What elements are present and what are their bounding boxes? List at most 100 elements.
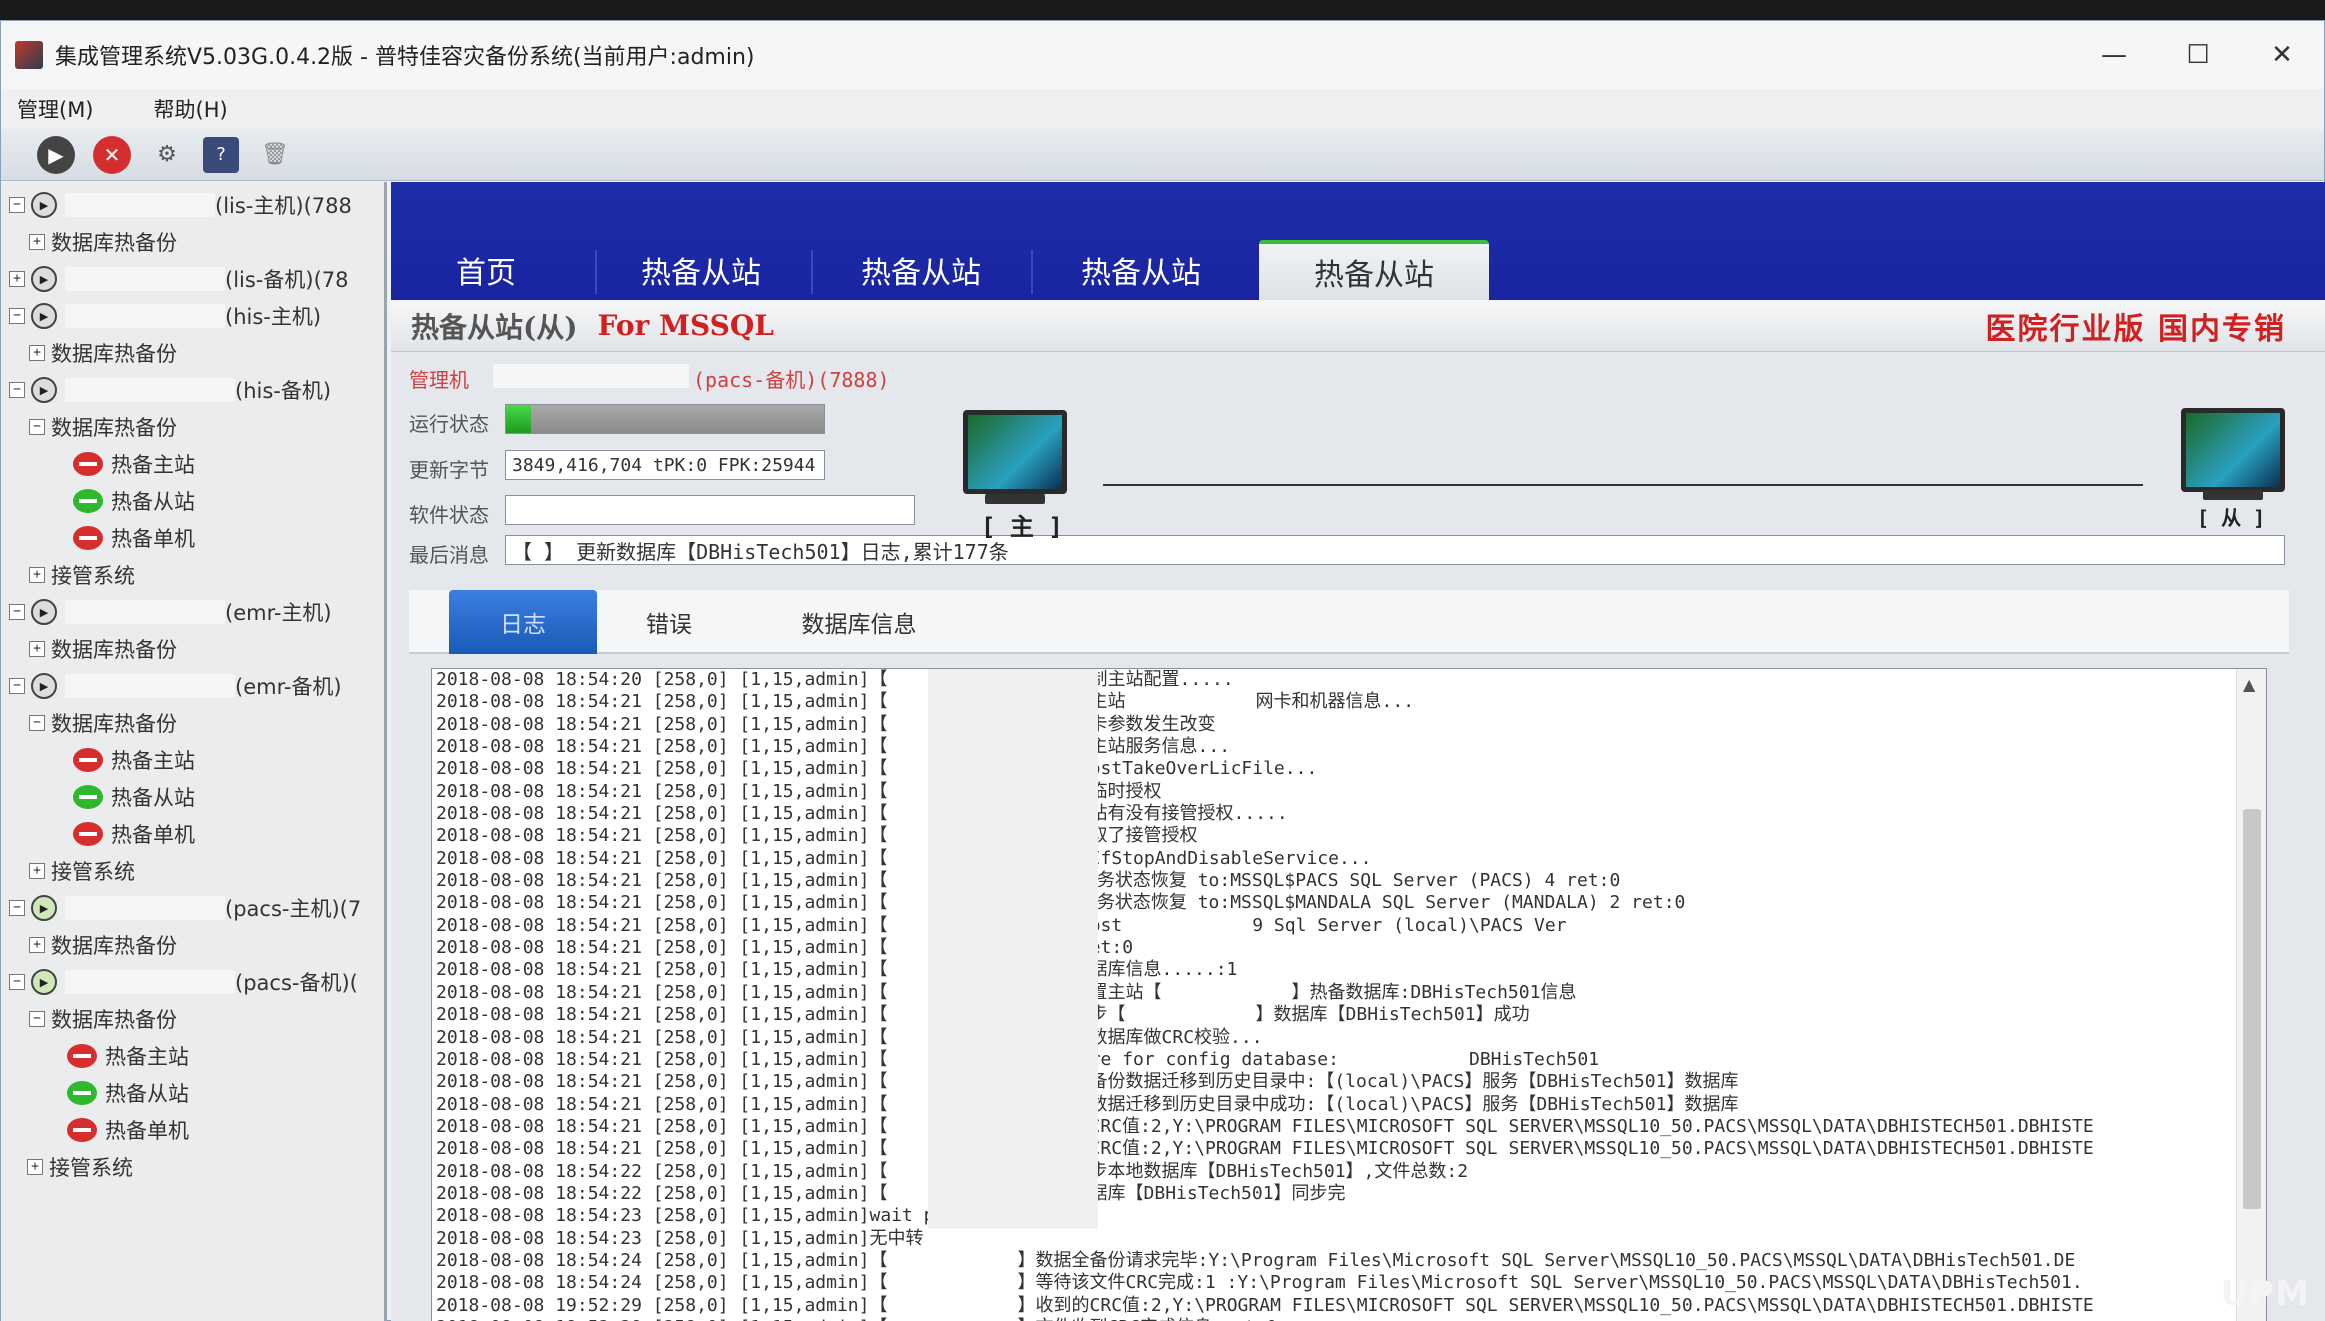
minimize-button[interactable]: —: [2072, 21, 2156, 89]
collapse-icon[interactable]: −: [9, 678, 25, 694]
tree-item[interactable]: − ▶ (his-备机): [9, 373, 331, 407]
tree-item[interactable]: − ▶ (pacs-备机)(: [9, 965, 358, 999]
log-scrollbar[interactable]: ▲: [2236, 669, 2266, 1321]
close-button[interactable]: ✕: [2240, 21, 2324, 89]
tab-db-info[interactable]: 数据库信息: [749, 590, 969, 654]
collapse-icon[interactable]: −: [9, 974, 25, 990]
tree-item[interactable]: + 接管系统: [27, 1150, 133, 1184]
tree-item-label: 数据库热备份: [51, 1008, 177, 1032]
stopped-status-icon: [67, 1118, 97, 1142]
tree-item[interactable]: 热备主站: [67, 1039, 189, 1073]
log-line: 2018-08-08 18:54:21 [258,0] [1,15,admin]…: [436, 1071, 1739, 1093]
page-subtitle: For MSSQL: [597, 309, 774, 342]
menu-manage[interactable]: 管理(M): [17, 94, 94, 124]
tree-item[interactable]: + 数据库热备份: [29, 225, 177, 259]
tree-item[interactable]: − ▶ (emr-主机): [9, 595, 332, 629]
log-list: 2018-08-08 18:54:20 [258,0] [1,15,admin]…: [436, 669, 2094, 1321]
scroll-up-icon[interactable]: ▲: [2243, 675, 2255, 694]
tab-standby-2[interactable]: 热备从站: [831, 240, 1011, 300]
slave-monitor-stand: [2203, 490, 2263, 500]
redacted-host: [65, 970, 235, 994]
expand-icon[interactable]: +: [29, 863, 45, 879]
tree-item[interactable]: + 接管系统: [29, 854, 135, 888]
log-line: 2018-08-08 18:54:21 [258,0] [1,15,admin]…: [436, 803, 1288, 825]
log-line: 2018-08-08 18:54:21 [258,0] [1,15,admin]…: [436, 1026, 1263, 1048]
tab-log[interactable]: 日志: [449, 590, 597, 654]
collapse-icon[interactable]: −: [9, 197, 25, 213]
device-tree: − ▶ (lis-主机)(788 + 数据库热备份 + ▶ (lis-备机)(78− ▶ (his…: [1, 182, 387, 1321]
tree-item[interactable]: + 接管系统: [29, 558, 135, 592]
stopped-status-icon: [73, 748, 103, 772]
tab-home[interactable]: 首页: [421, 240, 551, 300]
collapse-icon[interactable]: −: [29, 419, 45, 435]
tree-item[interactable]: 热备单机: [73, 521, 195, 555]
log-line: 2018-08-08 18:54:21 [258,0] [1,15,admin]…: [436, 1048, 1600, 1070]
tree-item[interactable]: + 数据库热备份: [29, 632, 177, 666]
tree-item-label: 热备单机: [111, 527, 195, 551]
tree-item[interactable]: 热备从站: [73, 780, 195, 814]
stop-button[interactable]: ✕: [93, 135, 131, 174]
collapse-icon[interactable]: −: [9, 308, 25, 324]
scroll-thumb[interactable]: [2243, 809, 2261, 1209]
tree-item[interactable]: − 数据库热备份: [29, 1002, 177, 1036]
play-icon: ▶: [31, 377, 57, 403]
collapse-icon[interactable]: −: [9, 900, 25, 916]
tree-item[interactable]: 热备单机: [73, 817, 195, 851]
tree-item[interactable]: − ▶ (emr-备机): [9, 669, 342, 703]
tree-item[interactable]: 热备从站: [67, 1076, 189, 1110]
tab-standby-3[interactable]: 热备从站: [1051, 240, 1231, 300]
tab-standby-1[interactable]: 热备从站: [611, 240, 791, 300]
log-line: 2018-08-08 18:54:21 [258,0] [1,15,admin]…: [436, 847, 1372, 869]
start-button[interactable]: ▶: [37, 135, 75, 174]
manager-label: 管理机: [409, 368, 469, 392]
delete-icon[interactable]: 🗑: [257, 137, 293, 173]
master-label: [ 主 ]: [981, 513, 1063, 541]
play-icon: ▶: [31, 303, 57, 329]
maximize-button[interactable]: ☐: [2156, 21, 2240, 89]
tree-item[interactable]: 热备单机: [67, 1113, 189, 1147]
log-line: 2018-08-08 18:54:21 [258,0] [1,15,admin]…: [436, 825, 1198, 847]
tree-item[interactable]: 热备从站: [73, 484, 195, 518]
collapse-icon[interactable]: −: [9, 382, 25, 398]
tree-item-label: 热备从站: [111, 490, 195, 514]
expand-icon[interactable]: +: [9, 271, 25, 287]
tree-item-label: (emr-备机): [235, 675, 342, 699]
expand-icon[interactable]: +: [29, 567, 45, 583]
stopped-status-icon: [73, 822, 103, 846]
expand-icon[interactable]: +: [29, 937, 45, 953]
collapse-icon[interactable]: −: [9, 604, 25, 620]
tree-item[interactable]: + ▶ (lis-备机)(78: [9, 262, 349, 296]
tree-item[interactable]: − ▶ (pacs-主机)(7: [9, 891, 361, 925]
expand-icon[interactable]: +: [29, 234, 45, 250]
settings-gear-icon[interactable]: ⚙: [149, 137, 185, 173]
nav-bar: 首页 热备从站 热备从站 热备从站 热备从站: [391, 182, 2325, 300]
collapse-icon[interactable]: −: [29, 1011, 45, 1027]
tree-item[interactable]: + 数据库热备份: [29, 928, 177, 962]
log-line: 2018-08-08 18:54:21 [258,0] [1,15,admin]…: [436, 1115, 2094, 1137]
menu-help[interactable]: 帮助(H): [154, 94, 228, 124]
tab-errors[interactable]: 错误: [609, 590, 729, 654]
help-icon[interactable]: ?: [203, 136, 239, 173]
running-status-icon: [73, 489, 103, 513]
tree-item[interactable]: − ▶ (his-主机): [9, 299, 321, 333]
expand-icon[interactable]: +: [27, 1159, 43, 1175]
tree-item[interactable]: + 数据库热备份: [29, 336, 177, 370]
tree-item[interactable]: − ▶ (lis-主机)(788: [9, 188, 352, 222]
expand-icon[interactable]: +: [29, 641, 45, 657]
tree-item[interactable]: 热备主站: [73, 743, 195, 777]
menu-bar: 管理(M) 帮助(H): [1, 89, 2324, 129]
tree-item[interactable]: − 数据库热备份: [29, 410, 177, 444]
window-title: 集成管理系统V5.03G.0.4.2版 - 普特佳容灾备份系统(当前用户:adm…: [55, 45, 755, 70]
master-monitor-stand: [985, 494, 1045, 504]
expand-icon[interactable]: +: [29, 345, 45, 361]
collapse-icon[interactable]: −: [29, 715, 45, 731]
play-icon: ▶: [31, 673, 57, 699]
tree-item[interactable]: − 数据库热备份: [29, 706, 177, 740]
tab-standby-4[interactable]: 热备从站: [1259, 240, 1489, 300]
tree-item-label: (emr-主机): [225, 601, 332, 625]
page-title: 热备从站(从): [411, 310, 578, 344]
tree-item-label: 数据库热备份: [51, 416, 177, 440]
log-panel[interactable]: 2018-08-08 18:54:20 [258,0] [1,15,admin]…: [431, 668, 2267, 1321]
log-line: 2018-08-08 18:54:21 [258,0] [1,15,admin]…: [436, 736, 1231, 758]
tree-item[interactable]: 热备主站: [73, 447, 195, 481]
